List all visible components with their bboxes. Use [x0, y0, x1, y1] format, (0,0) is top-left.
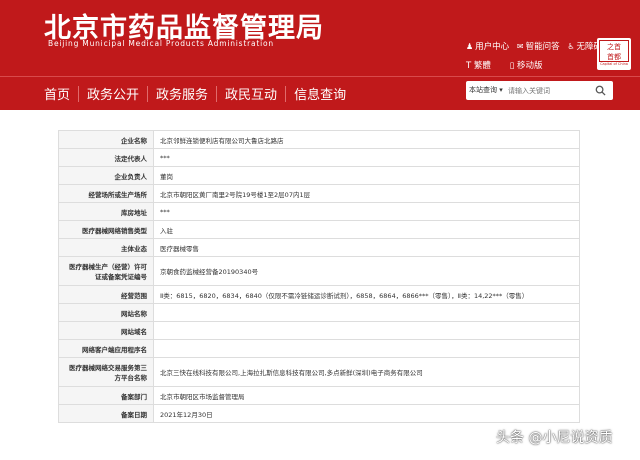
nav-government-affairs[interactable]: 政务公开 [87, 84, 139, 103]
smart-qa-link[interactable]: ✉ 智能问答 [517, 40, 560, 52]
user-center-link[interactable]: ♟ 用户中心 [466, 40, 509, 52]
logo-line1: 之首 [607, 43, 621, 51]
record-table: 企业名称 北京邻鲜连锁便利店有限公司大鲁店北路店 法定代表人 *** 企业负责人 董岗… [58, 130, 580, 423]
site-subtitle: Beijing Municipal Medical Products Admin… [48, 39, 274, 48]
site-header: 北京市药品监督管理局 Beijing Municipal Medical Pro… [0, 0, 640, 76]
field-label: 医疗器械网络交易服务第三方平台名称 [58, 357, 154, 387]
field-value: 北京市朝阳区黄厂南里2号院19号楼1至2层07内1层 [153, 184, 580, 203]
table-row: 企业负责人 董岗 [58, 166, 580, 185]
user-icon: ♟ [466, 42, 474, 51]
field-value [153, 303, 580, 322]
nav-divider [216, 85, 218, 102]
field-value: 董岗 [153, 166, 580, 185]
table-row: 法定代表人 *** [58, 148, 580, 167]
field-label: 网站名称 [58, 303, 154, 322]
logo-line2: 首都 [607, 53, 621, 61]
field-label: 网站域名 [58, 321, 154, 340]
logo-caption: Capital of China [600, 62, 628, 66]
table-row: 网络客户端应用程序名 [58, 339, 580, 358]
field-label: 备案部门 [58, 386, 154, 405]
traditional-chinese-icon: T [466, 61, 472, 71]
field-value: Ⅱ类：6815，6820，6834，6840（仅限不需冷链储运诊断试剂），685… [153, 285, 580, 304]
table-row: 医疗器械网络销售类型 入驻 [58, 220, 580, 239]
field-label: 经营范围 [58, 285, 154, 304]
table-row: 经营场所或生产场所 北京市朝阳区黄厂南里2号院19号楼1至2层07内1层 [58, 184, 580, 203]
search-scope-label: 本站查询 [469, 86, 497, 94]
watermark: 头条 @小尼说资质 [496, 430, 613, 446]
table-row: 备案部门 北京市朝阳区市场监督管理局 [58, 386, 580, 405]
capital-logo-mark: 之首 首都 [599, 40, 629, 62]
table-row: 网站域名 [58, 321, 580, 340]
field-label: 企业名称 [58, 130, 154, 149]
field-value [153, 339, 580, 358]
nav-divider [78, 85, 80, 102]
top-links-row2: T 繁體 ▯ 移动版 [466, 59, 559, 71]
field-value: *** [153, 148, 580, 167]
field-value: 北京三快在线科技有限公司,上海拉扎斯信息科技有限公司,多点新鲜(深圳)电子商务有… [153, 357, 580, 387]
traditional-chinese-link[interactable]: T 繁體 [466, 59, 491, 71]
table-row: 备案日期 2021年12月30日 [58, 404, 580, 423]
mobile-version-link[interactable]: ▯ 移动版 [510, 59, 543, 71]
nav-information-query[interactable]: 信息查询 [294, 84, 346, 103]
table-row: 企业名称 北京邻鲜连锁便利店有限公司大鲁店北路店 [58, 130, 580, 149]
field-label: 备案日期 [58, 404, 154, 423]
traditional-chinese-label: 繁體 [473, 61, 491, 71]
mobile-version-label: 移动版 [517, 61, 543, 71]
table-row: 经营范围 Ⅱ类：6815，6820，6834，6840（仅限不需冷链储运诊断试剂）… [58, 285, 580, 304]
search-input[interactable] [508, 84, 586, 97]
table-row: 医疗器械网络交易服务第三方平台名称 北京三快在线科技有限公司,上海拉扎斯信息科技有… [58, 357, 580, 387]
user-center-label: 用户中心 [475, 42, 510, 52]
field-value: 京朝食药监械经营备20190340号 [153, 256, 580, 286]
table-row: 医疗器械生产（经营）许可证或备案凭证编号 京朝食药监械经营备20190340号 [58, 256, 580, 286]
field-value: 2021年12月30日 [153, 404, 580, 423]
smart-qa-label: 智能问答 [525, 42, 560, 52]
nav-divider [285, 85, 287, 102]
qa-icon: ✉ [516, 42, 524, 51]
field-value: 入驻 [153, 220, 580, 239]
table-row: 网站名称 [58, 303, 580, 322]
search-box: 本站查询 ▾ [466, 81, 613, 100]
field-value: 医疗器械零售 [153, 238, 580, 257]
table-row: 主体业态 医疗器械零售 [58, 238, 580, 257]
field-value [153, 321, 580, 340]
field-label: 网络客户端应用程序名 [58, 339, 154, 358]
mobile-icon: ▯ [509, 61, 515, 71]
nav-government-services[interactable]: 政务服务 [156, 84, 208, 103]
field-label: 企业负责人 [58, 166, 154, 185]
table-row: 库房地址 *** [58, 202, 580, 221]
top-links-row1: ♟ 用户中心 ✉ 智能问答 ♿ 无障碍 [466, 40, 607, 52]
field-label: 医疗器械生产（经营）许可证或备案凭证编号 [58, 256, 154, 286]
nav-home[interactable]: 首页 [44, 84, 70, 103]
nav-divider [147, 85, 149, 102]
accessibility-icon: ♿ [567, 42, 575, 51]
field-value: 北京市朝阳区市场监督管理局 [153, 386, 580, 405]
field-label: 主体业态 [58, 238, 154, 257]
capital-logo[interactable]: 之首 首都 Capital of China [597, 38, 631, 70]
field-label: 医疗器械网络销售类型 [58, 220, 154, 239]
search-button[interactable] [589, 81, 611, 100]
field-value: 北京邻鲜连锁便利店有限公司大鲁店北路店 [153, 130, 580, 149]
nav-public-interaction[interactable]: 政民互动 [225, 84, 277, 103]
search-scope-select[interactable]: 本站查询 ▾ [469, 81, 503, 100]
field-label: 法定代表人 [58, 148, 154, 167]
content-area: 企业名称 北京邻鲜连锁便利店有限公司大鲁店北路店 法定代表人 *** 企业负责人 董岗… [0, 110, 640, 460]
field-value: *** [153, 202, 580, 221]
field-label: 库房地址 [58, 202, 154, 221]
search-icon [595, 85, 606, 96]
field-label: 经营场所或生产场所 [58, 184, 154, 203]
